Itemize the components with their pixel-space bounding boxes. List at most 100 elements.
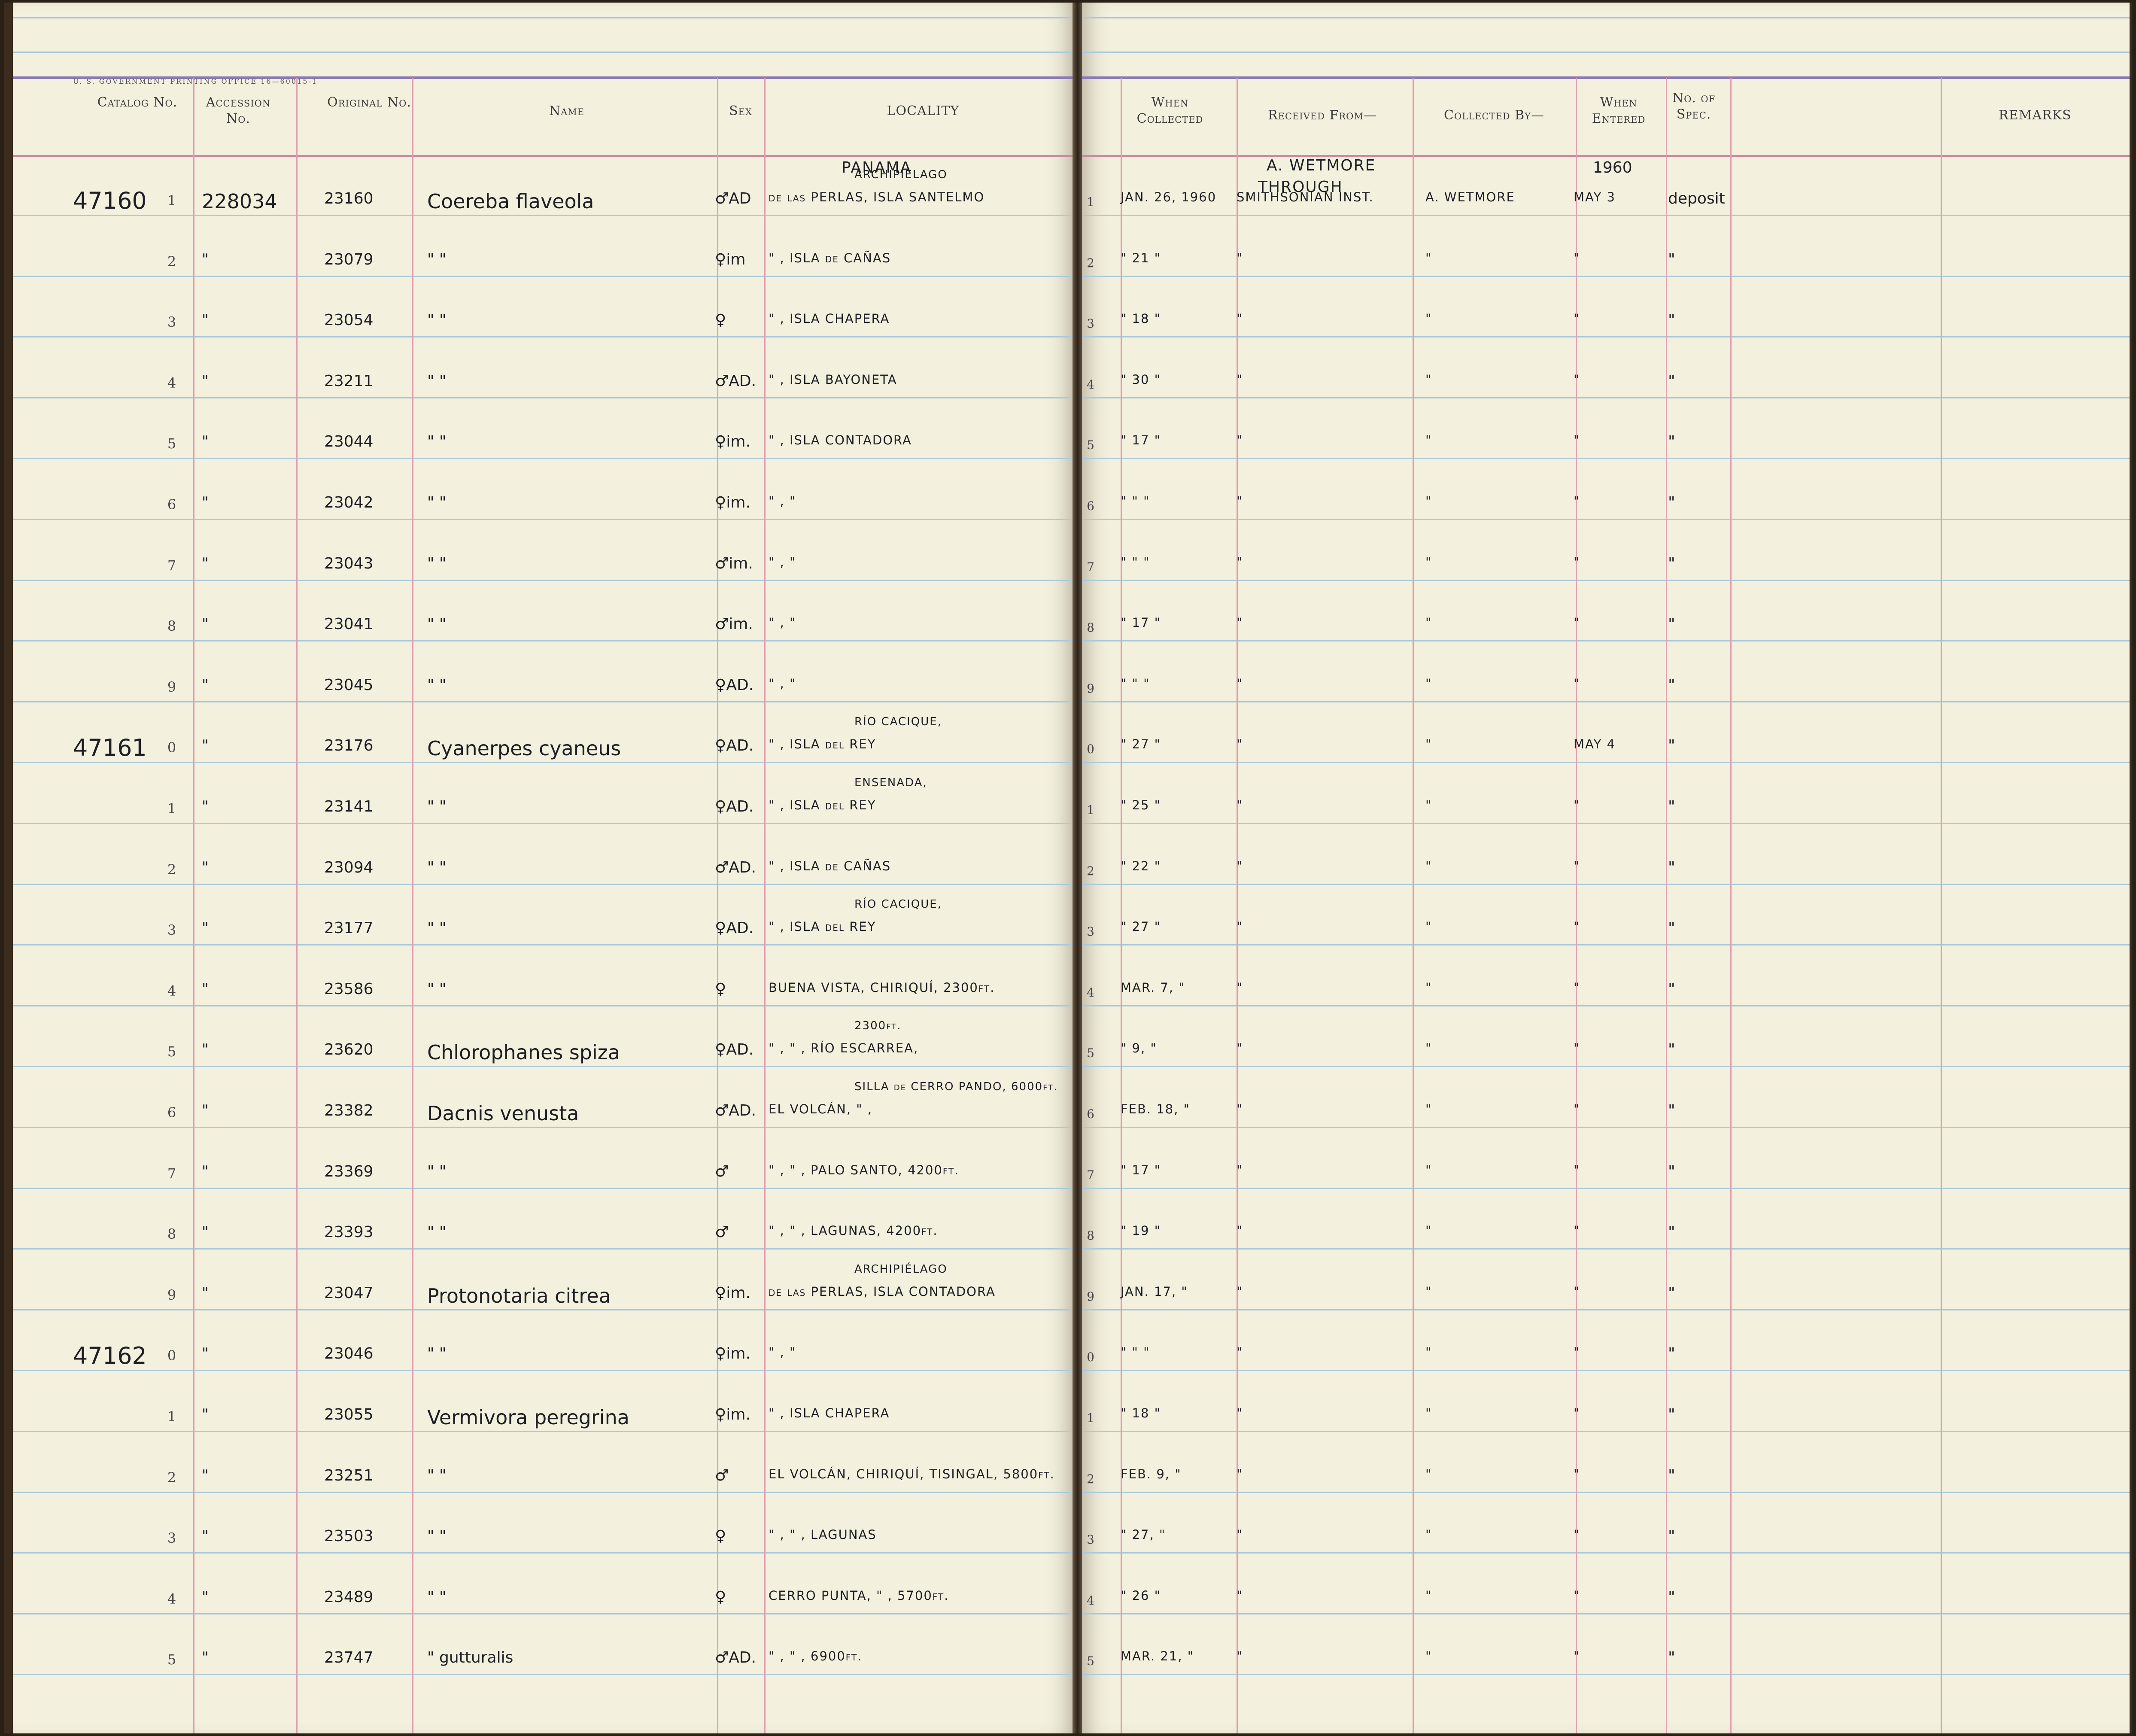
ruled-line bbox=[13, 640, 1073, 642]
date-collected-cell: " 19 " bbox=[1121, 1223, 1161, 1238]
ledger-book bbox=[4, 3, 2132, 1733]
ruled-line bbox=[1082, 519, 2130, 520]
name-cell: Cyanerpes cyaneus bbox=[427, 737, 621, 760]
line-number-right: 6 bbox=[1087, 1107, 1094, 1121]
sex-cell: ♀im. bbox=[715, 494, 750, 511]
original-no-cell: 23503 bbox=[324, 1527, 374, 1545]
accession-cell: " bbox=[202, 798, 209, 815]
sex-cell: ♀ bbox=[715, 980, 726, 998]
locality-cell: " , " , LAGUNAS bbox=[769, 1527, 877, 1542]
original-no-cell: 23177 bbox=[324, 919, 374, 937]
locality-cell: CERRO PUNTA, " , 5700ft. bbox=[769, 1588, 949, 1603]
no-of-spec-cell: " bbox=[1668, 433, 1675, 451]
header-locality: LOCALITY bbox=[887, 103, 960, 119]
when-entered-cell: " bbox=[1574, 554, 1580, 569]
accession-cell: " bbox=[202, 980, 209, 997]
ruled-line bbox=[1082, 944, 2130, 946]
collected-by-cell: " bbox=[1425, 1345, 1432, 1360]
when-entered-cell: MAY 4 bbox=[1574, 737, 1616, 752]
name-cell: " " bbox=[427, 676, 447, 694]
line-number: 2 bbox=[167, 1469, 176, 1486]
ruled-line bbox=[1082, 1552, 2130, 1554]
line-number-right: 5 bbox=[1087, 1046, 1094, 1061]
locality-cell: " , ISLA del REY bbox=[769, 919, 876, 934]
no-of-spec-cell: " bbox=[1668, 554, 1675, 572]
collected-by-cell: " bbox=[1425, 1527, 1432, 1542]
ruled-line bbox=[13, 215, 1073, 216]
date-collected-cell: " " " bbox=[1121, 1345, 1150, 1360]
name-cell: Coereba flaveola bbox=[427, 190, 594, 213]
line-number: 8 bbox=[167, 618, 176, 635]
ruled-line bbox=[1082, 1309, 2130, 1310]
date-collected-cell: " 17 " bbox=[1121, 1162, 1161, 1177]
year-entered-note: 1960 bbox=[1593, 159, 1632, 176]
when-entered-cell: " bbox=[1574, 250, 1580, 265]
locality-cell: " , " bbox=[769, 615, 796, 630]
accession-cell: " bbox=[202, 615, 209, 633]
date-collected-cell: " 17 " bbox=[1121, 615, 1161, 630]
ruled-line bbox=[1082, 762, 2130, 763]
ruled-line bbox=[1082, 1491, 2130, 1493]
date-collected-cell: " " " bbox=[1121, 494, 1150, 508]
locality-note-above: ARCHIPIÉLAGO bbox=[854, 168, 948, 181]
line-number: 1 bbox=[167, 1408, 176, 1425]
line-number: 2 bbox=[167, 253, 176, 270]
line-number: 2 bbox=[167, 861, 176, 878]
catalog-number: 47160 bbox=[73, 187, 147, 214]
original-no-cell: 23382 bbox=[324, 1102, 374, 1119]
line-number: 3 bbox=[167, 922, 176, 939]
received-from-cell: " bbox=[1237, 980, 1243, 995]
received-from-cell: " bbox=[1237, 858, 1243, 873]
sex-cell: ♂im. bbox=[715, 615, 753, 633]
no-of-spec-cell: " bbox=[1668, 372, 1675, 390]
accession-cell: " bbox=[202, 250, 209, 268]
line-number: 5 bbox=[167, 1651, 176, 1668]
when-entered-cell: " bbox=[1574, 1102, 1580, 1116]
ruled-line bbox=[1082, 1248, 2130, 1250]
line-number-right: 4 bbox=[1087, 377, 1094, 392]
when-entered-cell: MAY 3 bbox=[1574, 190, 1616, 204]
locality-cell: EL VOLCÁN, CHIRIQUÍ, TISINGAL, 5800ft. bbox=[769, 1466, 1055, 1481]
received-from-cell: " bbox=[1237, 1466, 1243, 1481]
line-number-right: 9 bbox=[1087, 681, 1094, 696]
when-entered-cell: " bbox=[1574, 433, 1580, 448]
original-no-cell: 23747 bbox=[324, 1649, 374, 1667]
date-collected-cell: JAN. 17, " bbox=[1121, 1284, 1188, 1299]
accession-cell: " bbox=[202, 1102, 209, 1119]
ruled-line bbox=[13, 1127, 1073, 1128]
date-collected-cell: FEB. 18, " bbox=[1121, 1102, 1191, 1116]
date-collected-cell: " 22 " bbox=[1121, 858, 1161, 873]
sex-cell: ♀AD. bbox=[715, 737, 754, 755]
ruled-line bbox=[1082, 1431, 2130, 1432]
no-of-spec-cell: " bbox=[1668, 1345, 1675, 1363]
sex-cell: ♀im. bbox=[715, 433, 750, 451]
locality-cell: " , " bbox=[769, 1345, 796, 1360]
when-entered-cell: " bbox=[1574, 615, 1580, 630]
accession-cell: " bbox=[202, 1162, 209, 1180]
line-number-right: 5 bbox=[1087, 438, 1094, 453]
line-number-right: 7 bbox=[1087, 559, 1094, 574]
accession-cell: " bbox=[202, 1406, 209, 1423]
date-collected-cell: " 27 " bbox=[1121, 919, 1161, 934]
original-no-cell: 23044 bbox=[324, 433, 374, 451]
sex-cell: ♂AD. bbox=[715, 372, 757, 390]
when-entered-cell: " bbox=[1574, 1466, 1580, 1481]
name-cell: " " bbox=[427, 250, 447, 268]
accession-cell: " bbox=[202, 1588, 209, 1605]
ruled-line bbox=[13, 1431, 1073, 1432]
line-number-right: 4 bbox=[1087, 985, 1094, 1000]
ruled-line bbox=[1082, 579, 2130, 581]
sex-cell: ♂AD bbox=[715, 190, 751, 207]
ruled-line bbox=[1082, 1370, 2130, 1371]
date-collected-cell: " 18 " bbox=[1121, 311, 1161, 326]
date-collected-cell: " 17 " bbox=[1121, 433, 1161, 448]
locality-cell: " , ISLA de CAÑAS bbox=[769, 250, 891, 265]
accession-cell: " bbox=[202, 1284, 209, 1301]
line-number: 4 bbox=[167, 374, 176, 391]
collected-by-cell: " bbox=[1425, 1102, 1432, 1116]
column-rule bbox=[412, 78, 413, 1733]
name-cell: " " bbox=[427, 1588, 447, 1606]
original-no-cell: 23141 bbox=[324, 798, 374, 815]
column-rule bbox=[1941, 78, 1942, 1733]
locality-cell: " , ISLA del REY bbox=[769, 737, 876, 752]
